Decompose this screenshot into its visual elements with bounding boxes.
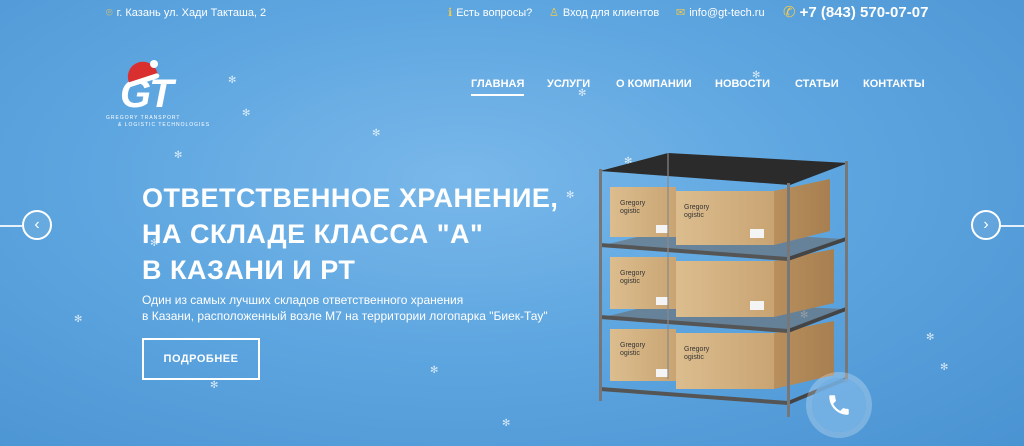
phone-link[interactable]: ✆ +7 (843) 570-07-07 <box>783 4 928 21</box>
questions-label: Есть вопросы? <box>456 7 533 19</box>
phone-handset-icon <box>829 395 849 415</box>
phone-text: +7 (843) 570-07-07 <box>799 4 929 21</box>
email-text: info@gt-tech.ru <box>689 7 765 19</box>
top-bar: ⌾ г. Казань ул. Хади Такташа, 2 ℹ Есть в… <box>0 0 1024 28</box>
client-login-link[interactable]: ♙ Вход для клиентов <box>549 7 659 19</box>
snowflake: ✻ <box>502 418 511 429</box>
snowflake: ✻ <box>174 150 183 161</box>
santa-hat-pompom <box>150 60 158 68</box>
more-button[interactable]: ПОДРОБНЕЕ <box>142 338 260 380</box>
snowflake: ✻ <box>210 380 219 391</box>
user-icon: ♙ <box>549 6 559 19</box>
snowflake: ✻ <box>926 332 935 343</box>
arrow-line-right <box>1000 225 1024 227</box>
logo-subtitle-2: & LOGISTIC TECHNOLOGIES <box>118 122 211 128</box>
nav-item-home[interactable]: ГЛАВНАЯ <box>471 78 525 96</box>
address: ⌾ г. Казань ул. Хади Такташа, 2 <box>106 7 266 19</box>
box-label: Gregory <box>684 346 710 353</box>
snowflake: ✻ <box>566 190 575 201</box>
client-login-label: Вход для клиентов <box>562 7 660 19</box>
hero-description-line: в Казани, расположенный возле М7 на терр… <box>142 309 548 323</box>
info-icon: ℹ <box>448 6 453 19</box>
box-label: ogistic <box>684 354 704 361</box>
snowflake: ✻ <box>430 365 439 376</box>
logo[interactable]: GT GREGORY TRANSPORT & LOGISTIC TECHNOLO… <box>104 57 228 132</box>
mail-icon: ✉ <box>676 6 686 19</box>
address-text: г. Казань ул. Хади Такташа, 2 <box>116 7 267 19</box>
snowflake: ✻ <box>372 128 381 139</box>
chevron-left-icon: ‹ <box>34 216 40 233</box>
box-label: ogistic <box>620 350 640 357</box>
nav-item-about[interactable]: О КОМПАНИИ <box>616 78 692 90</box>
box-label: ogistic <box>620 208 640 215</box>
hero-description: Один из самых лучших складов ответственн… <box>142 292 548 324</box>
snowflake: ✻ <box>228 75 237 86</box>
hero-title-line: В КАЗАНИ И РТ <box>142 255 356 285</box>
hero-title: ОТВЕТСТВЕННОЕ ХРАНЕНИЕ, НА СКЛАДЕ КЛАССА… <box>142 180 558 288</box>
questions-link[interactable]: ℹ Есть вопросы? <box>448 7 532 19</box>
box-label: ogistic <box>684 212 704 219</box>
snowflake: ✻ <box>940 362 949 373</box>
arrow-line-left <box>0 225 22 227</box>
hero-title-line: ОТВЕТСТВЕННОЕ ХРАНЕНИЕ, <box>142 183 559 213</box>
phone-icon: ✆ <box>783 4 796 21</box>
slider-prev-button[interactable]: ‹ <box>22 210 52 240</box>
slider-next-button[interactable]: › <box>971 210 1001 240</box>
box-label: Gregory <box>620 200 646 207</box>
box-label: Gregory <box>620 270 646 277</box>
nav-item-articles[interactable]: СТАТЬИ <box>795 78 839 90</box>
hero-description-line: Один из самых лучших складов ответственн… <box>142 293 464 307</box>
box-label: Gregory <box>620 342 646 349</box>
box-label: ogistic <box>620 278 640 285</box>
email-link[interactable]: ✉ info@gt-tech.ru <box>676 7 765 19</box>
chevron-right-icon: › <box>983 216 989 233</box>
logo-subtitle-1: GREGORY TRANSPORT <box>106 115 181 121</box>
hero-title-line: НА СКЛАДЕ КЛАССА "А" <box>142 219 484 249</box>
nav-item-services[interactable]: УСЛУГИ <box>547 78 590 90</box>
nav-item-news[interactable]: НОВОСТИ <box>715 78 770 90</box>
nav-item-contacts[interactable]: КОНТАКТЫ <box>863 78 925 90</box>
snowflake: ✻ <box>242 108 251 119</box>
snowflake: ✻ <box>74 314 83 325</box>
call-widget-button[interactable] <box>812 378 866 432</box>
warehouse-shelf-image: Gregory ogistic Gregory ogistic Gregory … <box>599 153 848 417</box>
map-pin-icon: ⌾ <box>106 6 113 19</box>
box-label: Gregory <box>684 204 710 211</box>
